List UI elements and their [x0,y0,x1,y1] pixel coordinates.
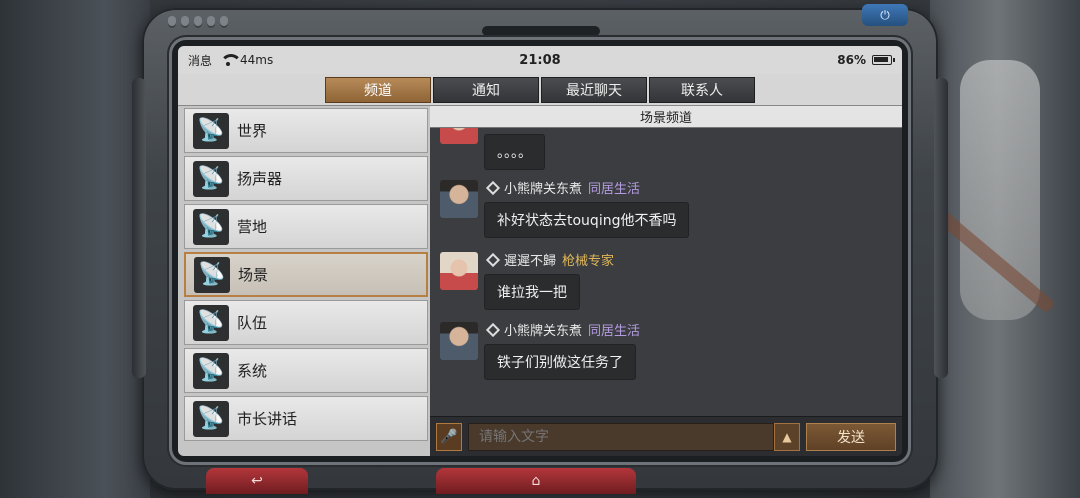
background-left [0,0,150,498]
avatar[interactable] [440,128,478,144]
sender-title: 同居生活 [588,324,641,339]
back-arrow-icon[interactable]: ↩ [206,468,308,494]
clock: 21:08 [519,52,561,68]
send-button[interactable]: 发送 [806,422,896,451]
side-button-left [132,78,146,378]
rank-diamond-icon [485,252,501,267]
device-frame: ⏻ 消息 44ms 21:08 86% 频道 通知 最近聊天 联系人 � [132,4,948,494]
home-icon[interactable]: ⌂ [436,468,636,494]
wifi-icon [220,54,243,66]
side-button-right [934,78,948,378]
satellite-dish-icon: 📡 [193,208,229,245]
tab-recent-chats[interactable]: 最近聊天 [541,76,647,103]
tab-notifications[interactable]: 通知 [433,76,539,103]
sender-title: 枪械专家 [562,254,615,269]
channel-world[interactable]: 📡 世界 [184,108,428,153]
tab-channels[interactable]: 频道 [325,76,431,103]
screen: 消息 44ms 21:08 86% 频道 通知 最近聊天 联系人 📡 世界 📡 … [178,46,902,456]
channel-label: 场景 [238,266,269,284]
sender-name[interactable]: 小熊牌关东煮 [504,178,582,197]
tab-contacts[interactable]: 联系人 [649,76,755,103]
message-header: 小熊牌关东煮 同居生活 [485,320,641,339]
speaker-grill [168,16,228,28]
channel-speaker[interactable]: 📡 扬声器 [184,156,428,201]
avatar[interactable] [440,252,478,290]
avatar[interactable] [440,322,478,360]
message-bubble: 。。。。 [484,134,545,170]
channel-list: 📡 世界 📡 扬声器 📡 营地 📡 场景 📡 队伍 📡 系统 📡 市长讲话 [178,106,430,456]
chat-title: 场景频道 [430,106,902,128]
channel-camp[interactable]: 📡 营地 [184,204,428,249]
battery: 86% [837,53,895,67]
satellite-dish-icon: 📡 [193,112,229,149]
latency: 44ms [240,53,274,67]
battery-icon [872,55,895,65]
satellite-dish-icon: 📡 [193,400,229,437]
sender-title: 同居生活 [588,182,641,197]
sender-name[interactable]: 小熊牌关东煮 [504,320,582,339]
microphone-icon[interactable]: 🎤 [436,422,462,451]
avatar[interactable] [440,180,478,218]
message-header: 遲遲不歸 枪械专家 [485,250,615,269]
input-bar: 🎤 ▲ 发送 [430,416,902,456]
message-bubble: 补好状态去touqing他不香吗 [484,202,690,238]
top-notch [482,26,600,36]
message-list[interactable]: 。。。。 小熊牌关东煮 同居生活 补好状态去touqing他不香吗 遲遲不歸 枪… [430,128,902,416]
tab-bar: 频道 通知 最近聊天 联系人 [178,74,902,106]
battery-percent: 86% [837,53,866,67]
message-input[interactable] [468,422,774,451]
satellite-dish-icon: 📡 [193,352,229,389]
message-header: 小熊牌关东煮 同居生活 [485,178,641,197]
signal: 44ms [220,53,273,67]
channel-label: 系统 [237,362,268,380]
channel-scene[interactable]: 📡 场景 [184,252,428,297]
satellite-dish-icon: 📡 [193,304,229,341]
channel-team[interactable]: 📡 队伍 [184,300,428,345]
main-content: 📡 世界 📡 扬声器 📡 营地 📡 场景 📡 队伍 📡 系统 📡 市长讲话 场景… [178,106,902,456]
channel-system[interactable]: 📡 系统 [184,348,428,393]
satellite-dish-icon: 📡 [194,256,230,293]
channel-label: 世界 [237,122,268,140]
message-bubble: 铁子们别做这任务了 [484,344,636,380]
channel-label: 市长讲话 [237,410,298,428]
channel-mayor-speech[interactable]: 📡 市长讲话 [184,396,428,441]
status-label: 消息 [188,53,213,68]
expand-up-icon[interactable]: ▲ [774,422,800,451]
sender-name[interactable]: 遲遲不歸 [504,250,556,269]
power-icon[interactable]: ⏻ [862,4,908,26]
channel-label: 营地 [237,218,268,236]
message-bubble: 谁拉我一把 [484,274,580,310]
rank-diamond-icon [485,322,501,337]
rank-diamond-icon [485,180,501,195]
channel-label: 扬声器 [237,170,283,188]
channel-label: 队伍 [237,314,268,332]
status-bar: 消息 44ms 21:08 86% [178,46,902,74]
satellite-dish-icon: 📡 [193,160,229,197]
chat-panel: 场景频道 。。。。 小熊牌关东煮 同居生活 补好状态去touqing他不香吗 遲… [430,106,902,456]
